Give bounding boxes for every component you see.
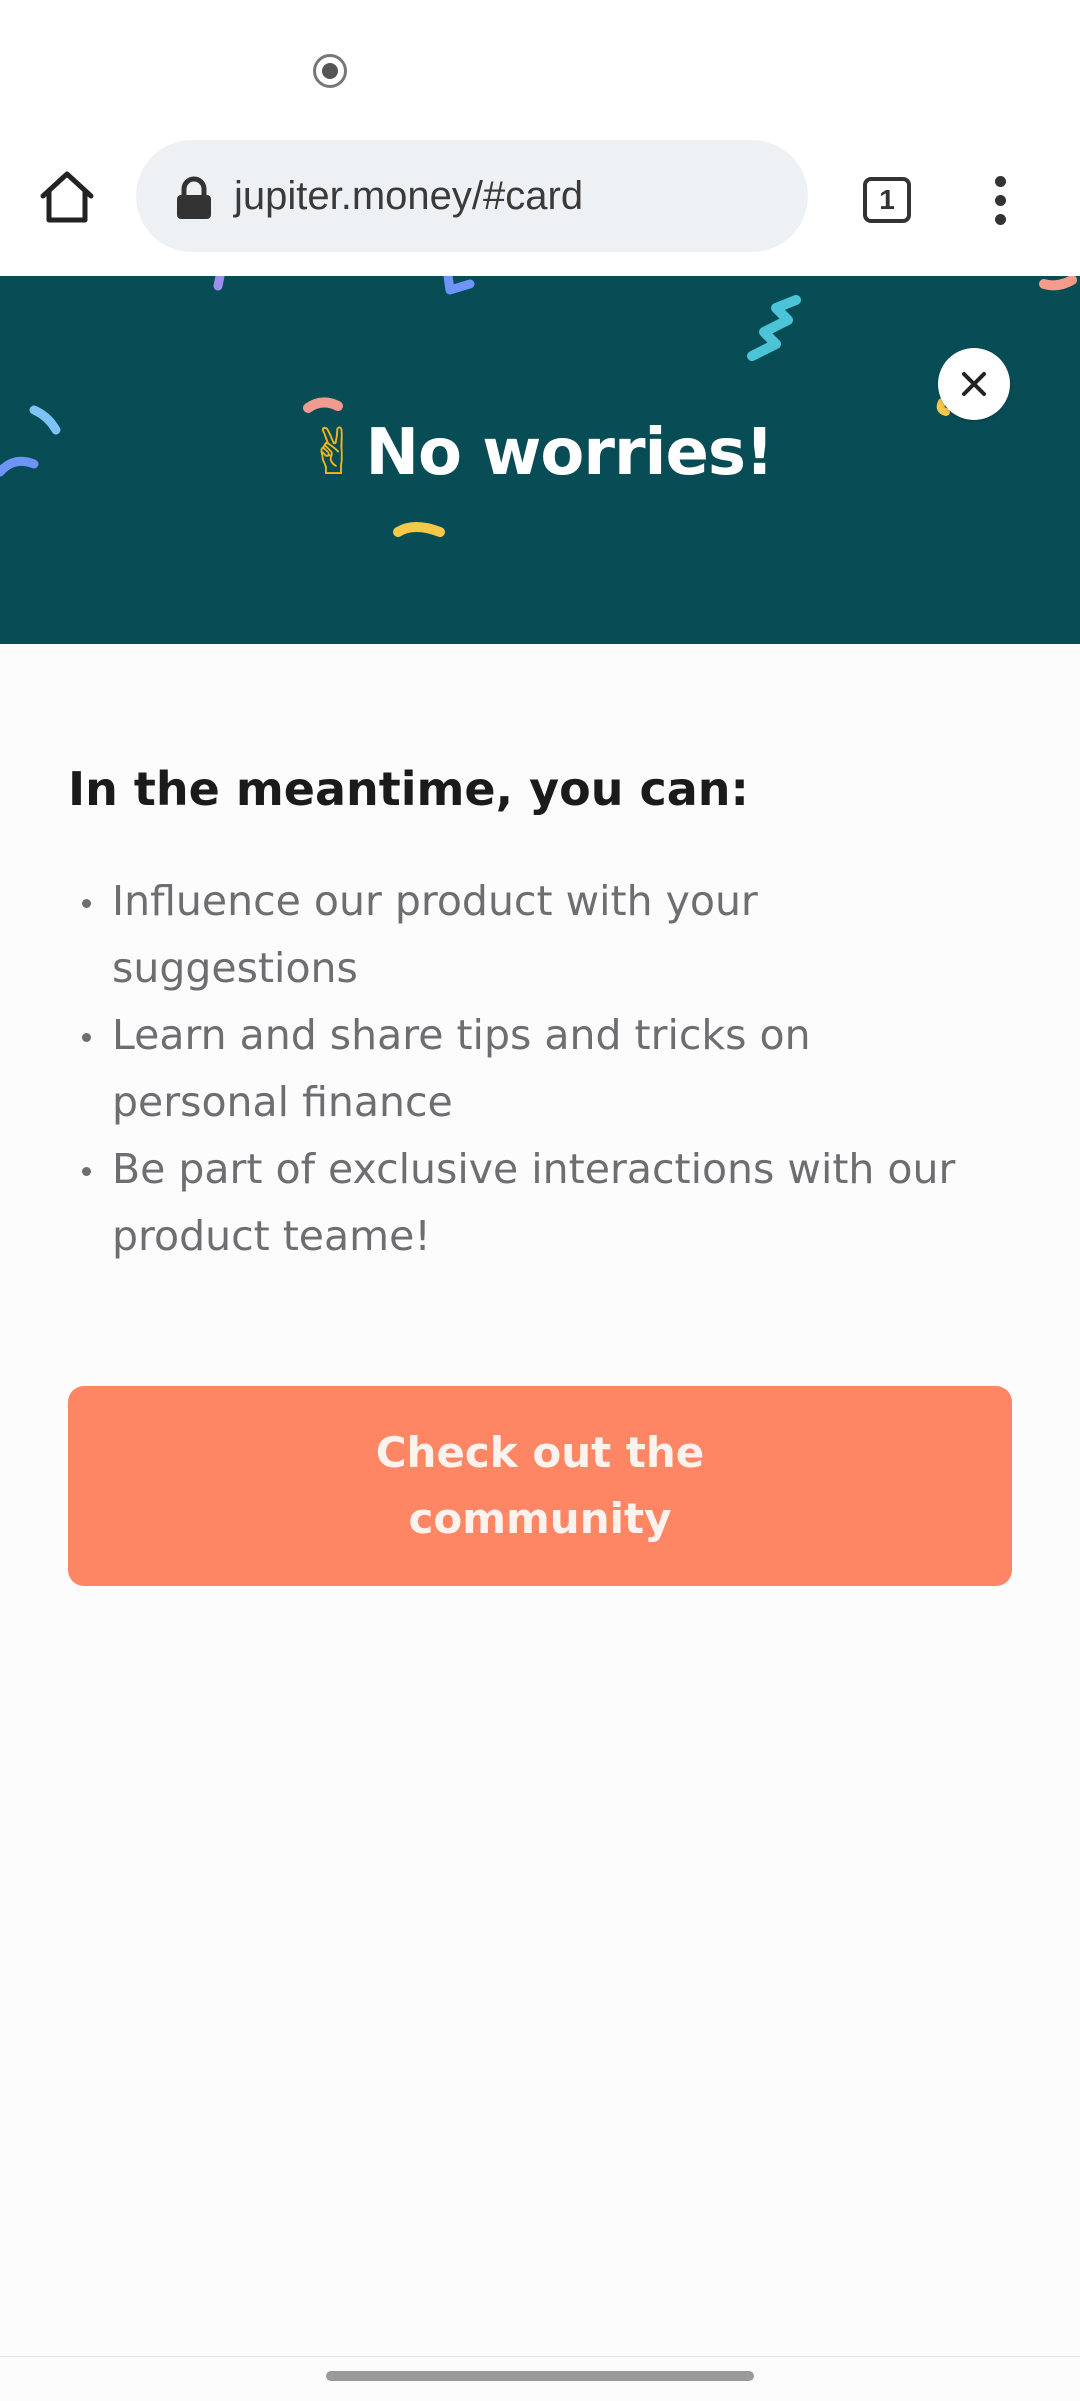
status-bar <box>0 0 1080 140</box>
section-heading: In the meantime, you can: <box>68 762 749 816</box>
record-indicator-icon <box>313 54 347 88</box>
banner-title-text: No worries! <box>365 416 774 490</box>
home-icon <box>40 171 94 223</box>
tab-count: 1 <box>863 177 911 223</box>
list-item: Learn and share tips and tricks on perso… <box>68 1002 998 1136</box>
list-item: Be part of exclusive interactions with o… <box>68 1136 998 1270</box>
close-button[interactable] <box>938 348 1010 420</box>
list-item: Influence our product with your suggesti… <box>68 868 998 1002</box>
more-vert-icon[interactable] <box>978 160 1022 240</box>
gesture-handle[interactable] <box>326 2371 754 2381</box>
lock-icon <box>177 176 211 219</box>
home-button[interactable] <box>30 160 104 234</box>
check-out-community-button[interactable]: Check out the community <box>68 1386 1012 1586</box>
tab-switcher-button[interactable]: 1 <box>856 170 918 230</box>
banner-title: ✌No worries! <box>0 416 1080 490</box>
close-icon <box>962 372 986 396</box>
navigation-bar <box>0 2356 1080 2401</box>
benefits-list: Influence our product with your suggesti… <box>68 868 998 1270</box>
address-bar[interactable]: jupiter.money/#card <box>136 140 808 252</box>
victory-hand-icon: ✌ <box>306 416 361 490</box>
banner: ✌No worries! <box>0 276 1080 644</box>
url-text: jupiter.money/#card <box>234 174 584 218</box>
browser-toolbar: jupiter.money/#card 1 <box>0 120 1080 277</box>
